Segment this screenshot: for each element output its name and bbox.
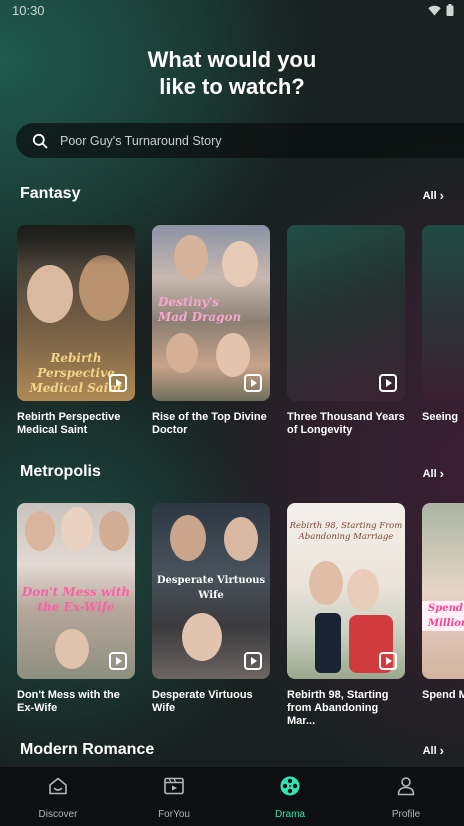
drama-card[interactable]: Rebirth Perspective Medical Saint Rebirth…: [17, 225, 135, 437]
tab-discover[interactable]: Discover: [0, 775, 116, 820]
see-all-metropolis-button[interactable]: All ›: [423, 466, 444, 481]
card-title[interactable]: Rebirth Perspective Medical Saint: [17, 411, 135, 437]
search-bar[interactable]: Poor Guy's Turnaround Story: [16, 123, 464, 158]
see-all-label: All: [422, 744, 437, 757]
card-title[interactable]: Spend Million: [422, 689, 464, 702]
portrait-shape: [27, 265, 73, 323]
card-title[interactable]: Don't Mess with the Ex-Wife: [17, 689, 135, 715]
tab-label: ForYou: [158, 809, 190, 820]
page-title-line-1: What would you: [147, 47, 317, 72]
tab-drama[interactable]: Drama: [232, 775, 348, 820]
card-title[interactable]: Seeing: [422, 411, 464, 424]
search-input[interactable]: Poor Guy's Turnaround Story: [60, 134, 222, 148]
film-play-icon: [164, 777, 184, 795]
page-title: What would you like to watch?: [0, 46, 464, 100]
tab-foryou[interactable]: ForYou: [116, 775, 232, 820]
wifi-icon: [428, 5, 441, 15]
bottom-tab-bar: Discover ForYou Drama Profile: [0, 767, 464, 826]
chevron-right-icon: ›: [439, 188, 444, 203]
portrait-shape: [55, 629, 89, 669]
see-all-fantasy-button[interactable]: All ›: [423, 188, 444, 203]
portrait-shape: [309, 561, 343, 605]
portrait-shape: [166, 333, 198, 373]
drama-card[interactable]: Seeing: [422, 225, 464, 424]
portrait-shape: [216, 333, 250, 377]
drama-card[interactable]: Destiny's Mad Dragon Rise of the Top Divi…: [152, 225, 270, 437]
see-all-label: All: [422, 467, 437, 480]
poster-image[interactable]: Rebirth 98, Starting From Abandoning Marr…: [287, 503, 405, 679]
poster-image[interactable]: Don't Mess with the Ex-Wife: [17, 503, 135, 679]
portrait-shape: [224, 517, 258, 561]
status-bar: 10:30: [0, 0, 464, 22]
drama-card[interactable]: Three Thousand Years of Longevity: [287, 225, 405, 437]
poster-title-text: Desperate Virtuous Wife: [156, 575, 266, 601]
portrait-shape: [347, 569, 379, 611]
battery-icon: [446, 4, 454, 16]
tab-label: Drama: [274, 809, 305, 820]
drama-card[interactable]: SpendMillion Spend Million: [422, 503, 464, 702]
status-icons: [428, 4, 454, 16]
status-time: 10:30: [12, 3, 45, 18]
play-icon: [379, 652, 397, 670]
portrait-shape: [99, 511, 129, 551]
poster-title-text: SpendMillion: [422, 601, 464, 631]
page-title-line-2: like to watch?: [159, 74, 305, 99]
poster-title-text: Destiny's Mad Dragon: [158, 295, 242, 324]
chevron-right-icon: ›: [439, 466, 444, 481]
card-title[interactable]: Rebirth 98, Starting from Abandoning Mar…: [287, 689, 405, 728]
poster-image[interactable]: Destiny's Mad Dragon: [152, 225, 270, 401]
chevron-right-icon: ›: [439, 743, 444, 758]
poster-image[interactable]: SpendMillion: [422, 503, 464, 679]
poster-image[interactable]: [287, 225, 405, 401]
portrait-shape: [174, 235, 208, 279]
poster-title-text: Don't Mess with the Ex-Wife: [21, 585, 131, 614]
card-title[interactable]: Three Thousand Years of Longevity: [287, 411, 405, 437]
play-icon: [244, 652, 262, 670]
portrait-shape: [170, 515, 206, 561]
poster-title-text: Rebirth 98, Starting From Abandoning Marr…: [289, 521, 403, 542]
card-title[interactable]: Rise of the Top Divine Doctor: [152, 411, 270, 437]
play-icon: [109, 652, 127, 670]
poster-image[interactable]: Rebirth Perspective Medical Saint: [17, 225, 135, 401]
film-reel-icon: [280, 776, 300, 796]
see-all-modern-romance-button[interactable]: All ›: [423, 743, 444, 758]
section-title-modern-romance: Modern Romance: [20, 741, 155, 758]
card-title[interactable]: Desperate Virtuous Wife: [152, 689, 270, 715]
tab-label: Profile: [391, 809, 421, 820]
person-icon: [397, 777, 415, 796]
portrait-shape: [222, 241, 258, 287]
play-icon: [109, 374, 127, 392]
poster-image[interactable]: [422, 225, 464, 401]
portrait-shape: [25, 511, 55, 551]
section-title-metropolis: Metropolis: [20, 463, 101, 480]
tab-profile[interactable]: Profile: [348, 775, 464, 820]
play-icon: [379, 374, 397, 392]
search-icon: [32, 133, 48, 148]
portrait-shape: [182, 613, 222, 661]
drama-card[interactable]: Desperate Virtuous Wife Desperate Virtuo…: [152, 503, 270, 715]
tab-label: Discover: [38, 809, 78, 820]
play-icon: [244, 374, 262, 392]
drama-card[interactable]: Rebirth 98, Starting From Abandoning Marr…: [287, 503, 405, 728]
poster-image[interactable]: Desperate Virtuous Wife: [152, 503, 270, 679]
portrait-shape: [61, 507, 93, 551]
see-all-label: All: [422, 189, 437, 202]
section-title-fantasy: Fantasy: [20, 185, 81, 202]
drama-card[interactable]: Don't Mess with the Ex-Wife Don't Mess wi…: [17, 503, 135, 715]
home-icon: [49, 777, 67, 795]
